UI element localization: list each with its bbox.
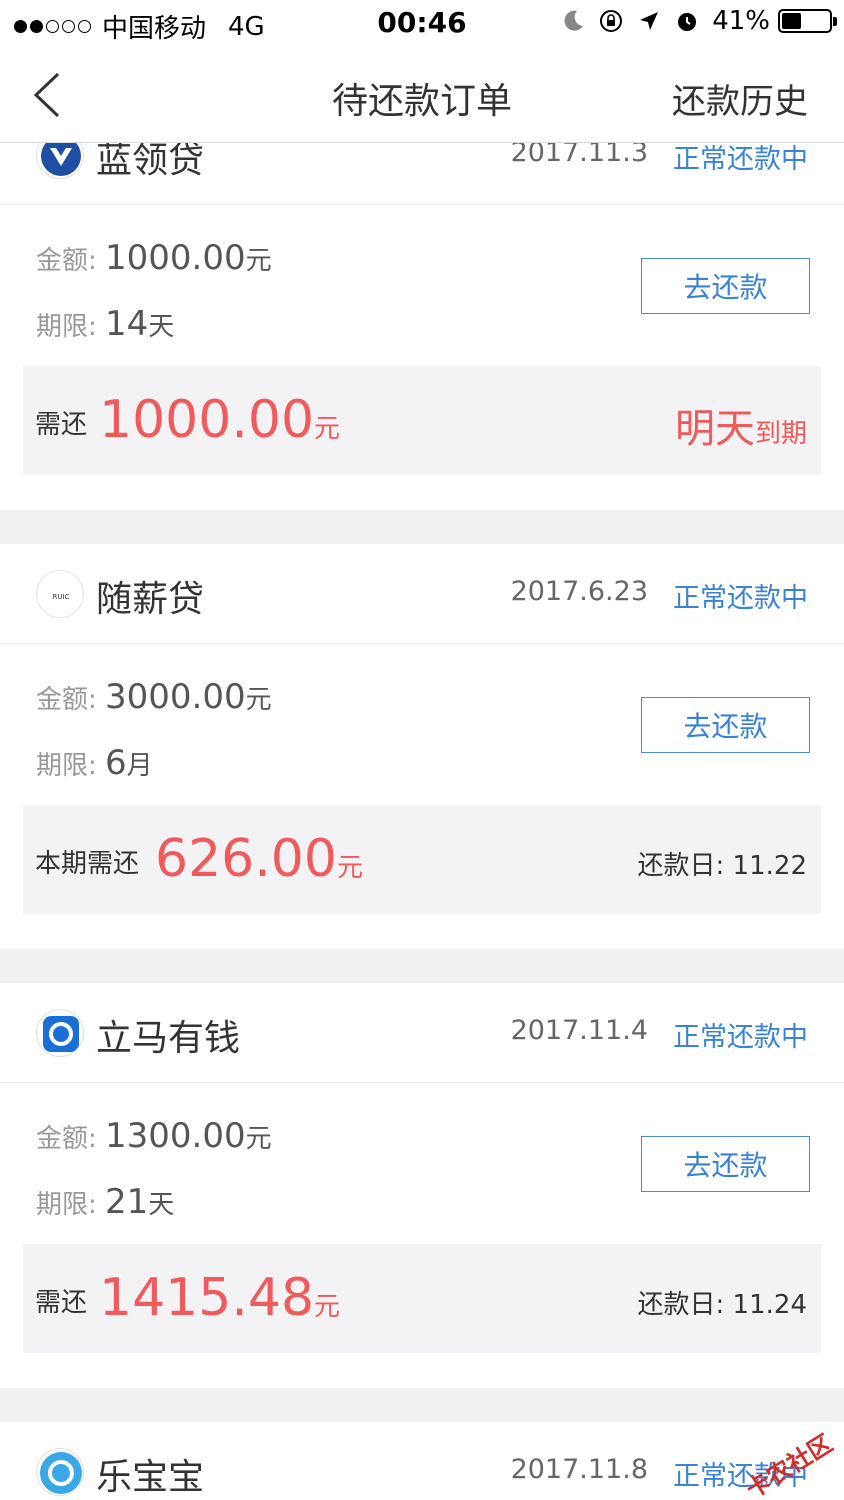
lender-name: 立马有钱	[96, 1018, 241, 1059]
amount-label: 金额:	[36, 246, 97, 276]
term-label: 期限:	[36, 312, 97, 342]
order-date: 2017.11.3	[510, 143, 648, 168]
due-amount: 1415.48元	[99, 1268, 341, 1328]
term-unit: 月	[126, 751, 153, 781]
amount-value: 1300.00	[105, 1116, 246, 1156]
due-summary: 需还 1415.48元 还款日: 11.24	[23, 1244, 821, 1353]
due-summary: 需还 1000.00元 明天到期	[23, 366, 821, 475]
repayment-date: 还款日: 11.24	[637, 1290, 807, 1320]
section-divider	[0, 510, 844, 544]
due-summary: 本期需还 626.00元 还款日: 11.22	[23, 805, 821, 914]
section-divider	[0, 949, 844, 983]
repayment-date: 还款日: 11.22	[637, 851, 807, 881]
term-row: 期限: 14天	[36, 304, 174, 344]
battery-percent: 41%	[712, 6, 770, 36]
navigation-bar: 待还款订单 还款历史	[0, 48, 844, 143]
suixindai-logo-icon: RUIC	[36, 570, 84, 618]
lender-name: 蓝领贷	[96, 143, 205, 181]
location-arrow-icon	[640, 12, 659, 30]
battery-icon	[778, 9, 837, 33]
amount-value: 3000.00	[105, 677, 246, 717]
amount-label: 金额:	[36, 1124, 97, 1154]
currency-unit: 元	[245, 1124, 272, 1154]
term-label: 期限:	[36, 1190, 97, 1220]
amount-row: 金额: 1000.00元	[36, 238, 272, 278]
order-card-header: 蓝领贷 2017.11.3 正常还款中	[0, 143, 844, 205]
order-card: 蓝领贷 2017.11.3 正常还款中 金额: 1000.00元 期限: 14天…	[0, 143, 844, 510]
rotation-lock-icon	[600, 10, 623, 32]
pay-now-button[interactable]: 去还款	[641, 1136, 810, 1192]
order-card-header: 立马有钱 2017.11.4 正常还款中	[0, 983, 844, 1083]
limayouqian-logo-icon	[36, 1009, 84, 1057]
section-divider	[0, 1388, 844, 1422]
pay-now-button[interactable]: 去还款	[641, 258, 810, 314]
term-row: 期限: 21天	[36, 1182, 174, 1222]
lanlingdai-logo-icon	[36, 143, 84, 179]
moon-icon	[564, 10, 584, 31]
order-date: 2017.11.8	[510, 1454, 648, 1485]
currency-unit: 元	[314, 414, 341, 444]
order-date: 2017.11.4	[510, 1015, 648, 1046]
order-card: RUIC 随薪贷 2017.6.23 正常还款中 金额: 3000.00元 期限…	[0, 544, 844, 949]
lender-name: 随薪贷	[96, 579, 205, 620]
order-list[interactable]: 蓝领贷 2017.11.3 正常还款中 金额: 1000.00元 期限: 14天…	[0, 143, 844, 1500]
currency-unit: 元	[245, 246, 272, 276]
lender-name: 乐宝宝	[96, 1457, 205, 1498]
status-bar-right: 41%	[560, 6, 837, 36]
term-unit: 天	[148, 312, 175, 342]
due-date-info: 明天到期	[674, 406, 807, 452]
order-card: 立马有钱 2017.11.4 正常还款中 金额: 1300.00元 期限: 21…	[0, 983, 844, 1388]
term-value: 14	[105, 304, 149, 344]
due-amount: 1000.00元	[99, 390, 341, 450]
term-label: 期限:	[36, 751, 97, 781]
order-status: 正常还款中	[673, 1022, 808, 1053]
svg-text:RUIC: RUIC	[53, 593, 70, 601]
currency-unit: 元	[314, 1292, 341, 1322]
currency-unit: 元	[245, 685, 272, 715]
due-label: 需还	[35, 1288, 88, 1318]
term-unit: 天	[148, 1190, 175, 1220]
due-label: 本期需还	[35, 849, 140, 879]
term-value: 6	[105, 743, 127, 783]
amount-value: 1000.00	[105, 238, 246, 278]
order-date: 2017.6.23	[510, 576, 648, 607]
amount-row: 金额: 1300.00元	[36, 1116, 272, 1156]
lebaobao-logo-icon	[36, 1448, 84, 1496]
order-status: 正常还款中	[673, 583, 808, 614]
pay-now-button[interactable]: 去还款	[641, 697, 810, 753]
order-status: 正常还款中	[673, 144, 808, 175]
order-card-header: RUIC 随薪贷 2017.6.23 正常还款中	[0, 544, 844, 644]
order-card: 乐宝宝 2017.11.8 正常还款中	[0, 1422, 844, 1500]
amount-label: 金额:	[36, 685, 97, 715]
status-bar: 中国移动 4G 00:46 41%	[0, 0, 844, 48]
due-amount: 626.00元	[155, 829, 363, 889]
amount-row: 金额: 3000.00元	[36, 677, 272, 717]
term-row: 期限: 6月	[36, 743, 153, 783]
order-card-header: 乐宝宝 2017.11.8 正常还款中	[0, 1422, 844, 1500]
alarm-clock-icon	[678, 13, 697, 31]
term-value: 21	[105, 1182, 149, 1222]
currency-unit: 元	[336, 853, 363, 883]
due-label: 需还	[35, 410, 88, 440]
repayment-history-link[interactable]: 还款历史	[672, 74, 808, 123]
battery-level-fill	[782, 13, 801, 29]
